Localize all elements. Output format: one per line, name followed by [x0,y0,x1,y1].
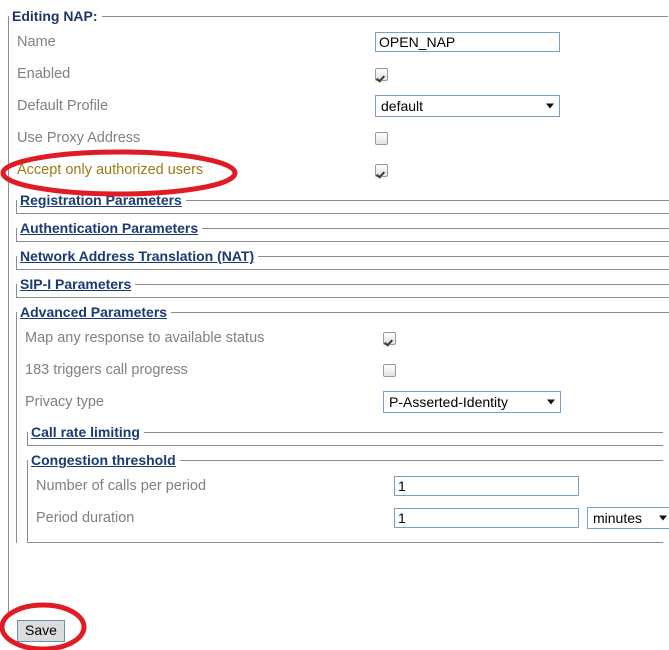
section-legend-congestion-threshold[interactable]: Congestion threshold [28,452,180,468]
accept-only-authorized-users-checkbox[interactable] [375,163,388,177]
section-advanced-parameters: Advanced Parameters Map any response to … [16,304,669,543]
field-row-map-any-response: Map any response to available status [17,322,669,354]
default-profile-value: default [381,98,424,114]
label-default-profile: Default Profile [17,97,109,114]
editing-nap-legend: Editing NAP: [12,8,98,24]
use-proxy-address-checkbox[interactable] [375,131,388,145]
section-call-rate-limiting[interactable]: Call rate limiting [27,424,663,446]
label-number-of-calls-per-period: Number of calls per period [36,477,207,494]
label-enabled: Enabled [17,65,71,82]
field-row-accept-only-authorized-users: Accept only authorized users [9,154,668,186]
section-legend-network-address-translation[interactable]: Network Address Translation (NAT) [17,249,258,264]
privacy-type-select[interactable]: P-Asserted-Identity [383,391,561,413]
section-legend-call-rate-limiting[interactable]: Call rate limiting [28,425,144,440]
name-input[interactable] [375,32,560,52]
field-row-number-of-calls-per-period: Number of calls per period [28,470,663,502]
section-legend-sip-i-parameters[interactable]: SIP-I Parameters [17,277,135,292]
section-sip-i-parameters[interactable]: SIP-I Parameters [16,276,669,298]
section-congestion-threshold: Congestion threshold Number of calls per… [27,452,669,543]
field-row-name: Name [9,26,668,58]
period-duration-unit-value: minutes [593,510,643,526]
period-duration-input[interactable] [394,508,579,528]
section-network-address-translation[interactable]: Network Address Translation (NAT) [16,248,669,270]
field-row-enabled: Enabled [9,58,668,90]
field-row-use-proxy-address: Use Proxy Address [9,122,668,154]
default-profile-select[interactable]: default [375,95,560,117]
chevron-down-icon [546,103,554,109]
label-183-triggers-call-progress: 183 triggers call progress [25,361,188,378]
save-button[interactable]: Save [17,620,65,643]
label-period-duration: Period duration [36,509,135,526]
chevron-down-icon [659,515,667,521]
183-triggers-call-progress-checkbox[interactable] [383,363,396,377]
enabled-checkbox[interactable] [375,67,388,81]
section-legend-advanced-parameters[interactable]: Advanced Parameters [17,304,171,320]
section-registration-parameters[interactable]: Registration Parameters [16,192,669,214]
label-name: Name [17,33,56,50]
field-row-183-triggers-call-progress: 183 triggers call progress [17,354,669,386]
number-of-calls-per-period-input[interactable] [394,476,579,496]
chevron-down-icon [547,399,555,405]
field-row-default-profile: Default Profile default [9,90,668,122]
label-accept-only-authorized-users: Accept only authorized users [17,161,204,178]
field-row-privacy-type: Privacy type P-Asserted-Identity [17,386,669,418]
privacy-type-value: P-Asserted-Identity [389,394,509,410]
section-legend-authentication-parameters[interactable]: Authentication Parameters [17,221,202,236]
editing-nap-fieldset: Editing NAP: Name Enabled Default Profil… [8,8,669,612]
map-any-response-checkbox[interactable] [383,331,396,345]
label-use-proxy-address: Use Proxy Address [17,129,141,146]
field-row-period-duration: Period duration minutes [28,502,669,534]
section-legend-registration-parameters[interactable]: Registration Parameters [17,193,186,208]
label-map-any-response: Map any response to available status [25,329,265,346]
label-privacy-type: Privacy type [25,393,104,410]
section-authentication-parameters[interactable]: Authentication Parameters [16,220,669,242]
period-duration-unit-select[interactable]: minutes [587,507,669,529]
